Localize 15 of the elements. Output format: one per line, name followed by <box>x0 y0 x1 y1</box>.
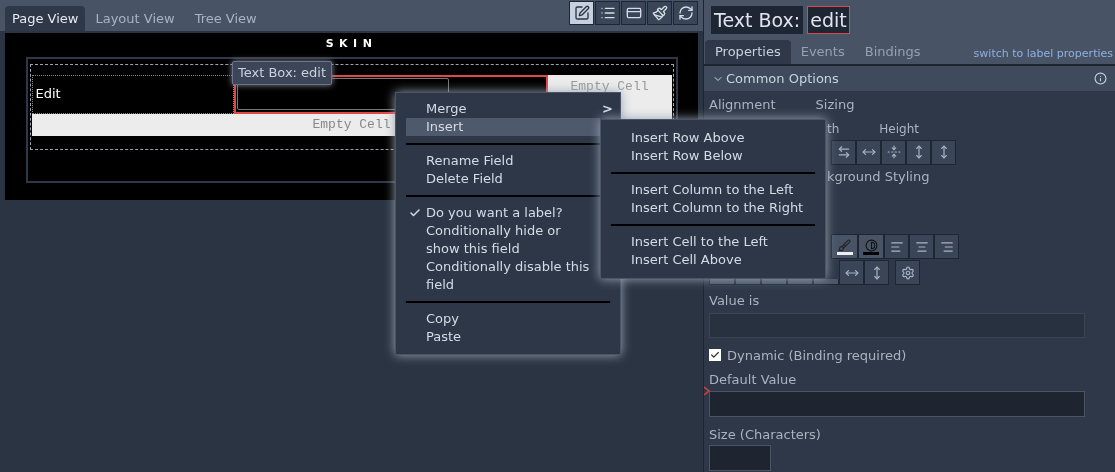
background-label: kground Styling <box>827 167 931 186</box>
dynamic-label: Dynamic (Binding required) <box>727 346 907 365</box>
width-label: th <box>827 120 840 138</box>
alignment-label: Alignment <box>709 96 776 114</box>
field-label: Edit <box>35 85 61 104</box>
size-label: Size (Characters) <box>709 425 822 444</box>
skin-title: SKIN <box>325 36 378 52</box>
default-value-label: Default Value <box>709 371 798 389</box>
value-label: Value is <box>709 292 761 310</box>
height-label: Height <box>879 120 919 138</box>
field-tooltip: Text Box: edit <box>232 61 333 85</box>
panel-title: Text Box: <box>711 6 804 34</box>
section-title: Common Options <box>726 69 839 88</box>
field-name: edit <box>807 6 850 34</box>
sizing-label: Sizing <box>815 96 855 114</box>
